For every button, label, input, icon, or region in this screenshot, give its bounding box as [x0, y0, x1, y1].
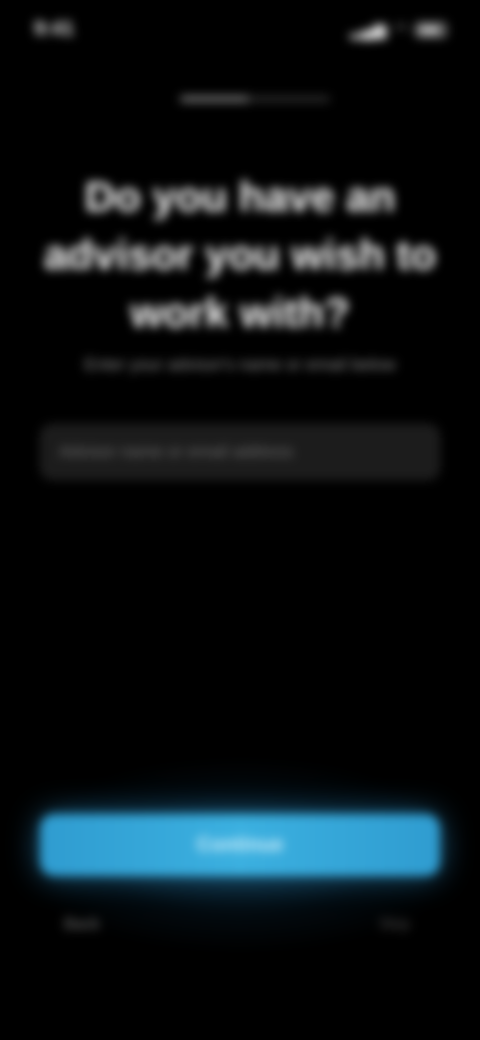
skip-link[interactable]: Skip [379, 916, 410, 934]
progress-fill [180, 96, 248, 102]
advisor-input[interactable] [59, 442, 421, 462]
back-link[interactable]: Back [64, 916, 100, 934]
onboarding-screen: 9:41 ▂▄▆ ◠ Do you have an advisor you wi… [0, 0, 480, 1040]
status-bar: 9:41 ▂▄▆ ◠ [0, 0, 480, 60]
wifi-icon: ◠ [394, 22, 408, 39]
status-icons: ▂▄▆ ◠ [350, 20, 446, 40]
signal-icon: ▂▄▆ [350, 22, 387, 39]
status-time: 9:41 [34, 18, 75, 40]
question-title: Do you have an advisor you wish to work … [43, 173, 437, 336]
question-subtitle: Enter your advisor's name or email below [84, 355, 396, 374]
advisor-field[interactable] [40, 424, 440, 480]
continue-button[interactable]: Continue [40, 814, 440, 876]
battery-icon [416, 23, 446, 37]
progress-indicator [180, 96, 330, 102]
